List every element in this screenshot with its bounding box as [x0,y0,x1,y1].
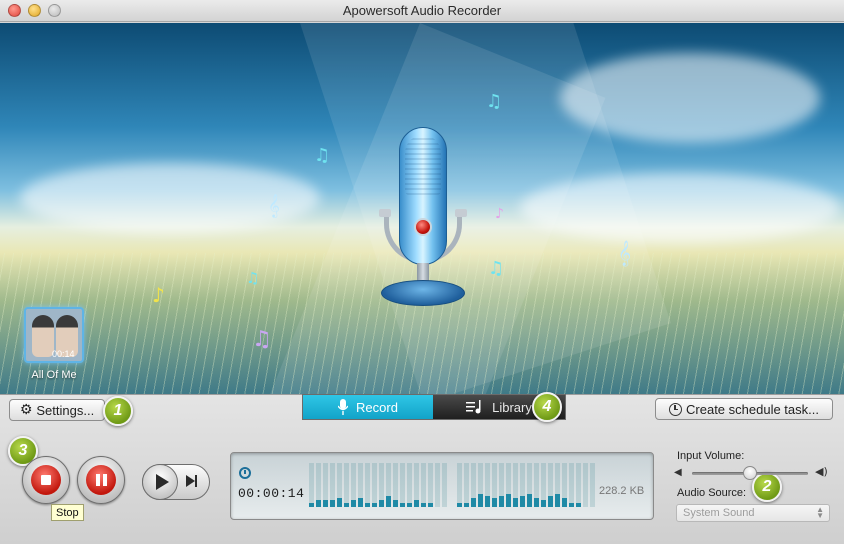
treble-clef-icon: 𝄞 [268,193,280,217]
settings-label: Settings... [36,402,95,418]
window-title: Apowersoft Audio Recorder [342,3,502,18]
level-meter-bar [541,500,546,507]
level-meter-bar [400,503,405,507]
schedule-label: Create schedule task... [686,401,819,417]
pause-button[interactable] [77,456,125,504]
skip-next-button[interactable] [186,475,197,487]
level-meter-bar [337,498,342,507]
play-button[interactable] [142,464,178,500]
input-volume-label: Input Volume: [677,450,745,462]
music-note-icon: ♫ [252,327,272,352]
level-meter-bar [492,498,497,507]
audio-source-value: System Sound [683,507,755,519]
elapsed-time: 00:00:14 [238,486,305,501]
level-meter-bar [316,500,321,507]
level-meter-bar [548,496,553,507]
treble-clef-icon: 𝄞 [618,241,632,266]
cloud [520,173,840,243]
stop-tooltip: Stop [51,504,84,521]
level-meter-left [309,463,449,507]
level-meter-bar [393,500,398,507]
music-note-icon: ♪ [495,206,504,222]
level-meter-bar [527,494,532,507]
stand-joint [379,209,391,217]
stop-button[interactable] [22,456,70,504]
level-meter-bar [506,494,511,507]
level-meter-bar [569,503,574,507]
level-meter-bar [330,500,335,507]
level-meter-bar [379,500,384,507]
app-window: Apowersoft Audio Recorder ♫ ♫ 𝄞 ♪ 𝄞 ♫ ♫ … [0,0,844,544]
clock-icon [669,402,683,416]
level-meter-bar [414,500,419,507]
tab-record-label: Record [356,399,398,415]
level-meter-bar [428,503,433,507]
gear-icon: ⚙ [19,402,33,418]
tab-record[interactable]: Record [303,395,433,419]
microphone-grille [405,135,441,195]
mode-tabs: Record Library [302,394,566,420]
level-meter-bar [485,496,490,507]
tab-library-label: Library [492,399,532,415]
album-thumbnail[interactable]: 00:14 [24,307,84,363]
level-meter-bar [407,503,412,507]
level-meter-bar [534,498,539,507]
audio-source-label: Audio Source: [677,487,747,499]
track-title: All Of Me [31,369,77,381]
playback-controls [142,464,210,500]
music-note-icon: ♪ [152,283,165,307]
music-note-icon: ♫ [486,91,503,112]
clock-icon [239,467,251,479]
title-bar: Apowersoft Audio Recorder [0,0,844,22]
hero-background: ♫ ♫ 𝄞 ♪ 𝄞 ♫ ♫ ♪ ♫ [0,23,844,394]
album-art [32,315,54,357]
play-icon [155,474,169,490]
level-meter-bar [421,503,426,507]
level-meter-bar [323,500,328,507]
pause-icon [86,465,116,495]
level-meter-bar [478,494,483,507]
file-size: 228.2 KB [599,485,645,497]
level-meter-bar [471,498,476,507]
microphone-icon [338,399,349,415]
microphone-base [381,280,465,306]
level-meter-bar [562,498,567,507]
level-meter-bar [309,503,314,507]
level-meter-bar [555,494,560,507]
stop-icon [31,465,61,495]
level-meter-bar [344,503,349,507]
level-meter-bar [372,503,377,507]
level-meter-bar [386,496,391,507]
level-meter-bar [457,503,462,507]
level-meter-right [457,463,597,507]
audio-source-select[interactable]: System Sound ▲ ▼ [676,504,830,522]
stand-joint [455,209,467,217]
volume-high-icon: ◀) [815,465,828,478]
callout-badge-1: 1 [103,396,133,426]
callout-badge-2: 2 [752,472,782,502]
input-volume-knob[interactable] [743,466,757,480]
level-meter-bar [499,496,504,507]
recording-display: 00:00:14 228.2 KB [230,452,654,520]
level-meter-bar [358,498,363,507]
level-meter-bar [351,500,356,507]
level-meter-bar [464,503,469,507]
recording-indicator [414,218,432,236]
music-note-icon: ♫ [314,145,331,166]
level-meter-bar [513,498,518,507]
music-note-icon: ♫ [246,269,260,287]
level-meter-bar [576,503,581,507]
callout-badge-4: 4 [532,392,562,422]
level-meter-bar [365,503,370,507]
cloud [560,53,820,143]
volume-low-icon: ◀ [674,467,682,478]
music-note-icon: ♫ [488,258,505,279]
level-meter-bar [520,496,525,507]
chevron-updown-icon: ▲ ▼ [816,505,824,520]
album-time: 00:14 [52,349,75,359]
playlist-icon [466,400,481,414]
create-schedule-task-button[interactable]: Create schedule task... [655,398,833,420]
settings-button[interactable]: ⚙ Settings... [9,399,105,421]
